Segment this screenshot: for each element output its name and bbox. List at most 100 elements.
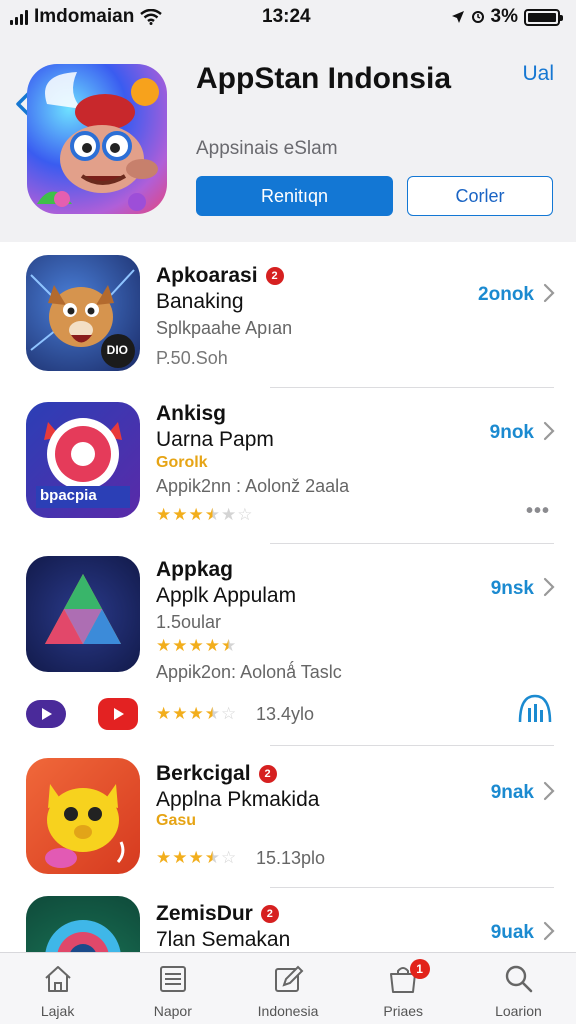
- list-item[interactable]: Appkag Applk Appulam 1.5oular ★ ★ ★ ★ ★ …: [0, 544, 576, 746]
- tab-napor[interactable]: Napor: [115, 953, 230, 1024]
- star-empty-icon: ☆: [221, 848, 237, 867]
- get-button[interactable]: 9nsk: [491, 578, 534, 600]
- star-half-icon: ★: [204, 505, 220, 524]
- video-icon[interactable]: [26, 700, 66, 728]
- more-options-icon[interactable]: •••: [526, 500, 550, 523]
- star-icon: ★: [188, 505, 204, 524]
- app-subtitle: Appik2nn : Aolonž 2aala: [156, 476, 350, 496]
- star-icon: ★: [172, 704, 188, 723]
- notification-badge: 2: [260, 905, 279, 923]
- app-name: Apkoarasi 2: [156, 264, 284, 288]
- alarm-icon: [471, 11, 484, 23]
- search-icon: [506, 965, 533, 993]
- list-item[interactable]: ZemisDur 2 7lan Semakan 9uak: [0, 888, 576, 952]
- app-name-text: Apkoarasi: [156, 264, 258, 287]
- tab-priaes[interactable]: 1 Priaes: [346, 953, 461, 1024]
- app-title: AppStan Indonsia: [196, 62, 451, 95]
- battery-percent: 3%: [490, 6, 518, 27]
- app-list: DIO Apkoarasi 2 Banaking Splkpaahe Apıan…: [0, 242, 576, 952]
- star-half-icon: ★: [204, 704, 220, 723]
- chevron-right-icon[interactable]: [542, 920, 556, 942]
- list-item[interactable]: DIO Apkoarasi 2 Banaking Splkpaahe Apıan…: [0, 242, 576, 388]
- app-header: AppStan Indonsia Appsinais eSlam Ual Ren…: [0, 34, 576, 242]
- app-title-line2: Applna Pkmakida: [156, 788, 320, 811]
- app-name: Appkag: [156, 558, 233, 582]
- star-icon: ★: [156, 704, 172, 723]
- star-icon: ★: [204, 636, 220, 655]
- app-meta: P.50.Soh: [156, 348, 228, 368]
- star-empty-icon: ☆: [221, 704, 237, 723]
- star-icon: ★: [156, 636, 172, 655]
- get-button[interactable]: 9nok: [490, 422, 534, 444]
- edit-icon: [275, 965, 304, 992]
- get-button[interactable]: 9nak: [491, 782, 534, 804]
- carrier-name: Imdomaian: [34, 6, 135, 27]
- app-name: ZemisDur 2: [156, 902, 279, 926]
- status-time: 13:24: [262, 6, 311, 27]
- star-empty-icon: ★: [221, 505, 237, 524]
- star-icon: ★: [172, 505, 188, 524]
- star-icon: ★: [188, 848, 204, 867]
- list-item[interactable]: bpacpia Ankisg Uarna Papm Gorolk Appik2n…: [0, 388, 576, 544]
- tab-label: Loarion: [495, 1003, 542, 1019]
- play-icon[interactable]: [98, 698, 138, 730]
- list-item[interactable]: Berkcigal 2 Applna Pkmakida Gasu ★ ★ ★ ★…: [0, 746, 576, 888]
- tab-notification-badge: 1: [409, 959, 430, 979]
- list-icon: [159, 966, 186, 992]
- app-name-text: Appkag: [156, 558, 234, 581]
- star-icon: ★: [172, 848, 188, 867]
- star-icon: ★: [172, 636, 188, 655]
- app-icon-badge-text: DIO: [106, 343, 128, 357]
- star-half-icon: ★: [221, 636, 237, 655]
- tab-label: Priaes: [383, 1003, 424, 1019]
- app-title-line2: 7lan Semakan: [156, 928, 291, 951]
- star-icon: ★: [188, 636, 204, 655]
- tab-label: Indonesia: [257, 1003, 319, 1019]
- app-icon-wordmark: bpacpia: [40, 487, 97, 504]
- app-name-text: ZemisDur: [156, 902, 253, 925]
- star-rating: ★ ★ ★ ★ ☆: [156, 848, 236, 868]
- tab-label: Napor: [153, 1003, 192, 1019]
- app-meta: 13.4ylo: [256, 704, 315, 724]
- tab-bar: Lajak Napor Indonesia 1 Priaes Loarion: [0, 952, 576, 1024]
- star-icon: ★: [188, 704, 204, 723]
- chevron-right-icon[interactable]: [542, 780, 556, 802]
- signal-icon: [10, 9, 28, 25]
- app-subtitle: Splkpaahe Apıan: [156, 318, 293, 338]
- app-tag: Gorolk: [156, 454, 208, 471]
- app-name-text: Ankisg: [156, 402, 227, 425]
- chevron-right-icon[interactable]: [542, 282, 556, 304]
- location-arrow-icon: [451, 11, 464, 23]
- star-icon: ★: [156, 848, 172, 867]
- secondary-action-button[interactable]: Corler: [407, 176, 553, 216]
- app-title-line2: Uarna Papm: [156, 428, 274, 451]
- chevron-right-icon[interactable]: [542, 420, 556, 442]
- app-subtitle: Appsinais eSlam: [196, 138, 338, 159]
- tab-loarion[interactable]: Loarion: [461, 953, 576, 1024]
- wifi-icon: [140, 9, 163, 25]
- app-name: Berkcigal 2: [156, 762, 277, 786]
- notification-badge: 2: [258, 765, 277, 783]
- tab-indonesia[interactable]: Indonesia: [230, 953, 345, 1024]
- star-empty-icon: ☆: [237, 505, 253, 524]
- get-button[interactable]: 9uak: [491, 922, 534, 944]
- stats-chart-icon[interactable]: [516, 692, 554, 728]
- app-extra-info: Appik2on: Aolonǻ Taslc: [156, 662, 342, 682]
- app-icon-mascot: [27, 64, 167, 214]
- app-title-line2: Banaking: [156, 290, 244, 313]
- tab-lajak[interactable]: Lajak: [0, 953, 115, 1024]
- primary-action-button[interactable]: Renitıqn: [196, 176, 393, 216]
- star-rating: ★ ★ ★ ★ ★ ☆: [156, 505, 253, 525]
- status-left: Imdomaian: [10, 6, 163, 28]
- top-right-link[interactable]: Ual: [522, 62, 554, 86]
- get-button[interactable]: 2onok: [478, 284, 534, 306]
- app-icon-donut: bpacpia: [26, 402, 140, 518]
- star-rating-secondary: ★ ★ ★ ★ ☆: [156, 704, 236, 724]
- chevron-right-icon[interactable]: [542, 576, 556, 598]
- tab-label: Lajak: [40, 1003, 75, 1019]
- app-icon-dog: DIO: [26, 255, 140, 371]
- app-name-text: Berkcigal: [156, 762, 251, 785]
- star-rating: ★ ★ ★ ★ ★: [156, 636, 236, 656]
- app-meta: 15.13plo: [256, 848, 326, 868]
- notification-badge: 2: [265, 267, 284, 285]
